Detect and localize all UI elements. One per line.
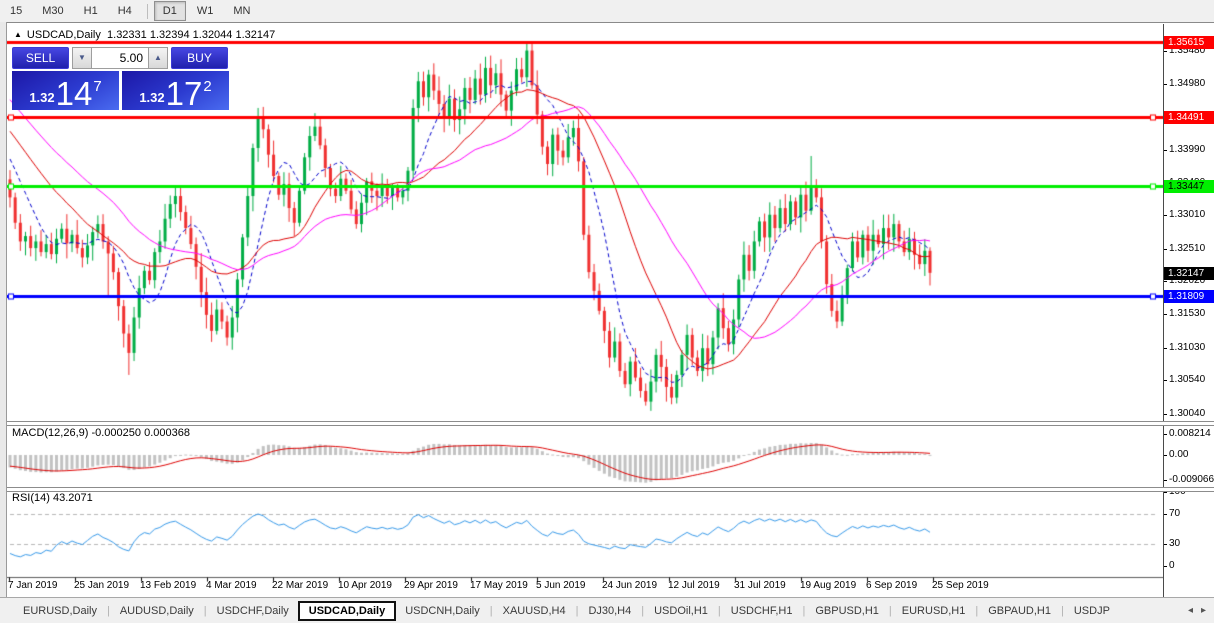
price-label-1.35615: 1.35615 (1164, 36, 1214, 49)
chart-tab-audusd-daily[interactable]: AUDUSD,Daily (111, 601, 203, 621)
tab-scrollers: ◂▸ (1184, 603, 1214, 618)
volume-increase-button[interactable]: ▲ (148, 47, 168, 69)
rsi-indicator-label: RSI(14) 43.2071 (12, 492, 93, 504)
y-axis-tick: 1.33010 (1169, 209, 1205, 221)
volume-input[interactable]: 5.00 (92, 47, 148, 69)
sell-price-main: 14 (56, 78, 93, 109)
y-axis-tick: 1.33990 (1169, 144, 1205, 156)
buy-price-main: 17 (166, 78, 203, 109)
x-axis-date-label: 31 Jul 2019 (734, 580, 786, 591)
chart-tab-usdchf-daily[interactable]: USDCHF,Daily (208, 601, 298, 621)
rsi-axis-tick: 70 (1169, 508, 1180, 520)
buy-price-prefix: 1.32 (139, 91, 164, 104)
chart-tab-eurusd-h1[interactable]: EURUSD,H1 (893, 601, 975, 621)
tab-scroll-right-icon[interactable]: ▸ (1197, 603, 1210, 618)
x-axis-date-label: 19 Aug 2019 (800, 580, 856, 591)
x-axis-date-label: 6 Sep 2019 (866, 580, 917, 591)
price-label-1.34491: 1.34491 (1164, 111, 1214, 124)
y-axis-tick: 1.30540 (1169, 374, 1205, 386)
rsi-axis-tick: 0 (1169, 560, 1175, 572)
chart-tab-usdcad-daily[interactable]: USDCAD,Daily (298, 601, 396, 621)
chart-ohlc-values: 1.32331 1.32394 1.32044 1.32147 (107, 29, 275, 41)
rsi-axis-tick: 30 (1169, 538, 1180, 550)
collapse-triangle-icon[interactable]: ▲ (14, 30, 22, 39)
timeframe-button-h1[interactable]: H1 (75, 1, 107, 21)
panel-splitter-macd[interactable] (7, 421, 1214, 426)
macd-axis-tick: 0.00 (1169, 449, 1188, 461)
macd-indicator-label: MACD(12,26,9) -0.000250 0.000368 (12, 427, 190, 439)
sell-price-superscript: 7 (93, 79, 101, 94)
timeframe-button-w1[interactable]: W1 (188, 1, 223, 21)
timeframe-button-15[interactable]: 15 (1, 1, 31, 21)
buy-price-superscript: 2 (203, 79, 211, 94)
chart-tab-gbpusd-h1[interactable]: GBPUSD,H1 (806, 601, 888, 621)
panel-splitter-rsi[interactable] (7, 487, 1214, 492)
x-axis-date-label: 13 Feb 2019 (140, 580, 196, 591)
y-axis-tick: 1.31030 (1169, 342, 1205, 354)
one-click-trading-panel: SELL ▼ 5.00 ▲ BUY 1.32 14 7 1.32 17 2 (12, 47, 232, 110)
buy-price-tile[interactable]: 1.32 17 2 (122, 71, 229, 110)
chart-title: ▲ USDCAD,Daily 1.32331 1.32394 1.32044 1.… (14, 29, 275, 41)
timeframe-button-d1[interactable]: D1 (154, 1, 186, 21)
window-left-frame (0, 22, 7, 597)
x-axis-date-label: 7 Jan 2019 (8, 580, 58, 591)
timeframe-button-m30[interactable]: M30 (33, 1, 72, 21)
x-axis-date-label: 10 Apr 2019 (338, 580, 392, 591)
x-axis-date-label: 17 May 2019 (470, 580, 528, 591)
chart-tab-gbpaud-h1[interactable]: GBPAUD,H1 (979, 601, 1060, 621)
macd-axis-tick: -0.009066 (1169, 474, 1214, 486)
chart-tab-dj30-h4[interactable]: DJ30,H4 (579, 601, 640, 621)
date-axis[interactable]: 7 Jan 2019 25 Jan 2019 13 Feb 2019 4 Mar 20… (7, 579, 1163, 596)
buy-button[interactable]: BUY (171, 47, 228, 69)
x-axis-date-label: 4 Mar 2019 (206, 580, 257, 591)
sell-button[interactable]: SELL (12, 47, 69, 69)
price-label-1.32147: 1.32147 (1164, 267, 1214, 280)
x-axis-date-label: 12 Jul 2019 (668, 580, 720, 591)
x-axis-date-label: 24 Jun 2019 (602, 580, 657, 591)
y-axis-tick: 1.34980 (1169, 78, 1205, 90)
macd-axis-tick: 0.008214 (1169, 428, 1211, 440)
volume-decrease-button[interactable]: ▼ (72, 47, 92, 69)
chart-symbol: USDCAD,Daily (27, 29, 101, 41)
y-axis-tick: 1.31530 (1169, 308, 1205, 320)
chart-tab-bar: EURUSD,Daily|AUDUSD,Daily|USDCHF,DailyUS… (0, 597, 1214, 623)
y-axis-tick: 1.32510 (1169, 243, 1205, 255)
timeframe-toolbar: 15M30H1H4 D1W1MN (0, 0, 1214, 22)
x-axis-date-label: 29 Apr 2019 (404, 580, 458, 591)
timeframe-button-mn[interactable]: MN (224, 1, 259, 21)
x-axis-date-label: 25 Jan 2019 (74, 580, 129, 591)
sell-price-prefix: 1.32 (29, 91, 54, 104)
price-label-1.31809: 1.31809 (1164, 290, 1214, 303)
price-label-1.33447: 1.33447 (1164, 180, 1214, 193)
x-axis-date-label: 5 Jun 2019 (536, 580, 586, 591)
chart-tab-eurusd-daily[interactable]: EURUSD,Daily (14, 601, 106, 621)
tab-scroll-left-icon[interactable]: ◂ (1184, 603, 1197, 618)
x-axis-date-label: 25 Sep 2019 (932, 580, 989, 591)
price-axis[interactable]: 1.354801.349801.344801.339901.334901.330… (1163, 24, 1214, 597)
chart-tab-usdchf-h1[interactable]: USDCHF,H1 (722, 601, 802, 621)
timeframe-button-h4[interactable]: H4 (109, 1, 141, 21)
chart-tab-xauusd-h4[interactable]: XAUUSD,H4 (494, 601, 575, 621)
volume-stepper: ▼ 5.00 ▲ (72, 47, 168, 69)
x-axis-date-label: 22 Mar 2019 (272, 580, 328, 591)
sell-price-tile[interactable]: 1.32 14 7 (12, 71, 119, 110)
toolbar-separator (147, 4, 148, 19)
chart-tab-usdjp[interactable]: USDJP (1065, 601, 1119, 621)
chart-tab-usdcnh-daily[interactable]: USDCNH,Daily (396, 601, 489, 621)
y-axis-tick: 1.30040 (1169, 408, 1205, 420)
chart-tab-usdoil-h1[interactable]: USDOil,H1 (645, 601, 717, 621)
